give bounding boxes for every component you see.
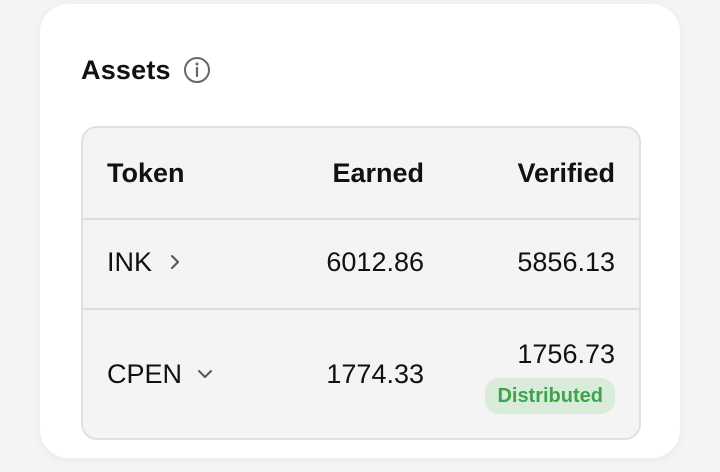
- earned-value: 1774.33: [326, 359, 424, 389]
- column-header-verified: Verified: [517, 158, 615, 188]
- assets-table: Token Earned Verified INK 6012.86 5856.1…: [81, 126, 641, 440]
- verified-value: 1756.73: [517, 339, 615, 369]
- token-name: CPEN: [107, 359, 183, 389]
- column-header-token: Token: [107, 158, 185, 188]
- status-badge: Distributed: [485, 378, 615, 414]
- earned-value: 6012.86: [326, 247, 424, 277]
- assets-card: Assets Token Earned Verified INK 6012.86…: [40, 4, 680, 458]
- table-row[interactable]: INK 6012.86 5856.13: [83, 218, 639, 309]
- card-header: Assets: [81, 48, 211, 92]
- chevron-down-icon[interactable]: [196, 365, 214, 383]
- table-header-row: Token Earned Verified: [83, 128, 639, 217]
- info-icon[interactable]: [183, 56, 211, 84]
- card-title: Assets: [81, 54, 171, 85]
- token-name: INK: [107, 247, 153, 277]
- chevron-right-icon[interactable]: [166, 253, 184, 271]
- verified-value: 5856.13: [517, 247, 615, 277]
- token-cell[interactable]: CPEN: [107, 358, 214, 390]
- table-row[interactable]: CPEN 1774.33 1756.73 Distributed: [83, 308, 639, 438]
- token-cell[interactable]: INK: [107, 246, 184, 278]
- column-header-earned: Earned: [332, 158, 424, 188]
